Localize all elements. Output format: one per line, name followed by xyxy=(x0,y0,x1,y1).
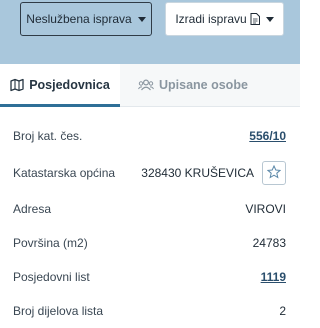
document-icon xyxy=(250,13,260,25)
favorite-button[interactable] xyxy=(262,161,286,185)
tab-bar: Posjedovnica Upisane osobe xyxy=(0,64,300,107)
detail-row-cadastral-municipality: Katastarska općina 328430 KRUŠEVICA xyxy=(0,154,300,192)
tab-label: Posjedovnica xyxy=(29,78,110,92)
caret-down-icon xyxy=(137,16,146,22)
tab-posjedovnica[interactable]: Posjedovnica xyxy=(0,64,120,107)
tab-upisane-osobe[interactable]: Upisane osobe xyxy=(138,64,248,106)
create-document-label: Izradi ispravu xyxy=(175,12,247,26)
detail-label: Katastarska općina xyxy=(13,166,116,180)
cadastral-number-link[interactable]: 556/10 xyxy=(249,129,286,143)
detail-label: Broj kat. čes. xyxy=(13,129,83,143)
caret-down-icon xyxy=(265,16,274,22)
detail-row-address: Adresa VIROVI xyxy=(0,192,300,226)
detail-value: 2 xyxy=(279,304,286,318)
users-icon xyxy=(138,79,154,91)
star-icon xyxy=(266,164,282,182)
possession-list-link[interactable]: 1119 xyxy=(261,270,286,284)
detail-row-possession-list: Posjedovni list 1119 xyxy=(0,260,300,294)
detail-value: 24783 xyxy=(252,236,286,250)
detail-label: Adresa xyxy=(13,202,52,216)
unofficial-document-button[interactable]: Neslužbena isprava xyxy=(20,2,152,36)
detail-label: Broj dijelova lista xyxy=(13,304,104,318)
detail-label: Posjedovni list xyxy=(13,270,90,284)
detail-row-area: Površina (m2) 24783 xyxy=(0,226,300,260)
detail-row-cadastral-number: Broj kat. čes. 556/10 xyxy=(0,106,300,154)
map-icon xyxy=(10,78,24,92)
unofficial-document-label: Neslužbena isprava xyxy=(26,12,132,26)
tab-label: Upisane osobe xyxy=(159,78,248,92)
detail-value: 328430 KRUŠEVICA xyxy=(141,166,254,180)
create-document-button[interactable]: Izradi ispravu xyxy=(165,2,284,36)
top-toolbar: Neslužbena isprava Izradi ispravu xyxy=(0,0,300,64)
parcel-details: Broj kat. čes. 556/10 Katastarska općina… xyxy=(0,106,300,328)
detail-row-cut: Broj dijelova lista 2 xyxy=(0,294,300,328)
detail-label: Površina (m2) xyxy=(13,236,88,250)
detail-value: VIROVI xyxy=(245,202,286,216)
